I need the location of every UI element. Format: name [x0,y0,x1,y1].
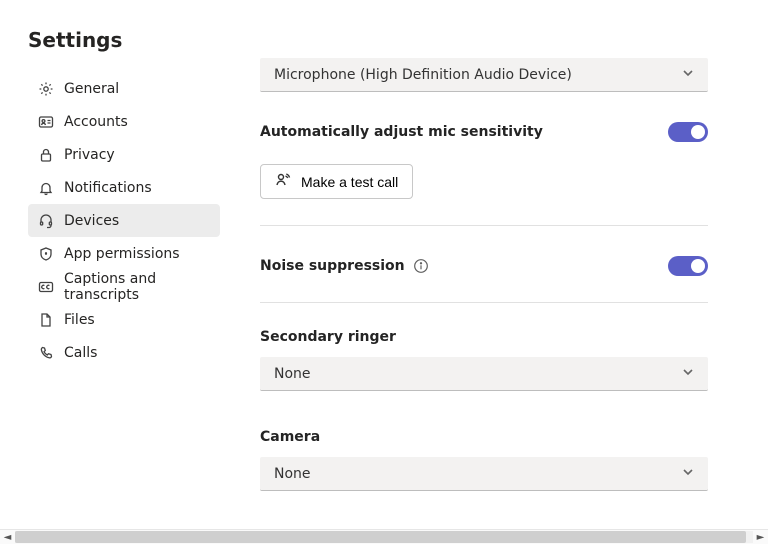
sidebar-item-accounts[interactable]: Accounts [28,105,220,138]
sidebar-item-label: General [64,81,119,97]
chevron-down-icon [682,58,694,92]
phone-icon [38,345,54,361]
sidebar-item-label: Files [64,312,95,328]
sidebar-item-label: App permissions [64,246,180,262]
camera-select[interactable]: None [260,457,708,491]
camera-heading: Camera [260,429,708,445]
microphone-select-value: Microphone (High Definition Audio Device… [274,67,572,83]
scroll-thumb[interactable] [15,531,746,543]
noise-suppression-label: Noise suppression [260,258,429,274]
secondary-ringer-value: None [274,366,311,382]
id-card-icon [38,114,54,130]
sidebar-item-label: Privacy [64,147,115,163]
scroll-left-arrow[interactable]: ◄ [0,532,15,543]
secondary-ringer-heading: Secondary ringer [260,329,708,345]
secondary-ringer-select[interactable]: None [260,357,708,391]
sidebar-item-label: Devices [64,213,119,229]
sidebar-item-label: Calls [64,345,97,361]
sidebar-item-general[interactable]: General [28,72,220,105]
settings-main-panel: Microphone (High Definition Audio Device… [220,28,768,529]
make-test-call-label: Make a test call [301,174,398,190]
scroll-right-arrow[interactable]: ► [753,532,768,543]
sidebar-item-label: Accounts [64,114,128,130]
sidebar-item-calls[interactable]: Calls [28,336,220,369]
sidebar-item-captions-transcripts[interactable]: Captions and transcripts [28,270,220,303]
gear-icon [38,81,54,97]
cc-icon [38,279,54,295]
divider [260,225,708,226]
camera-select-value: None [274,466,311,482]
lock-icon [38,147,54,163]
sidebar-item-notifications[interactable]: Notifications [28,171,220,204]
auto-adjust-mic-label: Automatically adjust mic sensitivity [260,124,543,140]
auto-adjust-mic-toggle[interactable] [668,122,708,142]
sidebar-item-devices[interactable]: Devices [28,204,220,237]
sidebar-item-label: Captions and transcripts [64,271,210,303]
chevron-down-icon [682,457,694,491]
sidebar-item-privacy[interactable]: Privacy [28,138,220,171]
microphone-select[interactable]: Microphone (High Definition Audio Device… [260,58,708,92]
sidebar-item-label: Notifications [64,180,152,196]
sidebar-item-app-permissions[interactable]: App permissions [28,237,220,270]
headset-icon [38,213,54,229]
page-title: Settings [28,28,220,52]
horizontal-scrollbar[interactable]: ◄ ► [0,529,768,544]
file-icon [38,312,54,328]
scroll-track[interactable] [15,531,753,543]
shield-icon [38,246,54,262]
bell-icon [38,180,54,196]
chevron-down-icon [682,357,694,391]
divider [260,302,708,303]
noise-suppression-toggle[interactable] [668,256,708,276]
make-test-call-button[interactable]: Make a test call [260,164,413,199]
settings-sidebar: General Accounts Privacy Notifications D… [28,72,220,369]
info-icon[interactable] [413,258,429,274]
person-call-icon [275,172,291,191]
sidebar-item-files[interactable]: Files [28,303,220,336]
